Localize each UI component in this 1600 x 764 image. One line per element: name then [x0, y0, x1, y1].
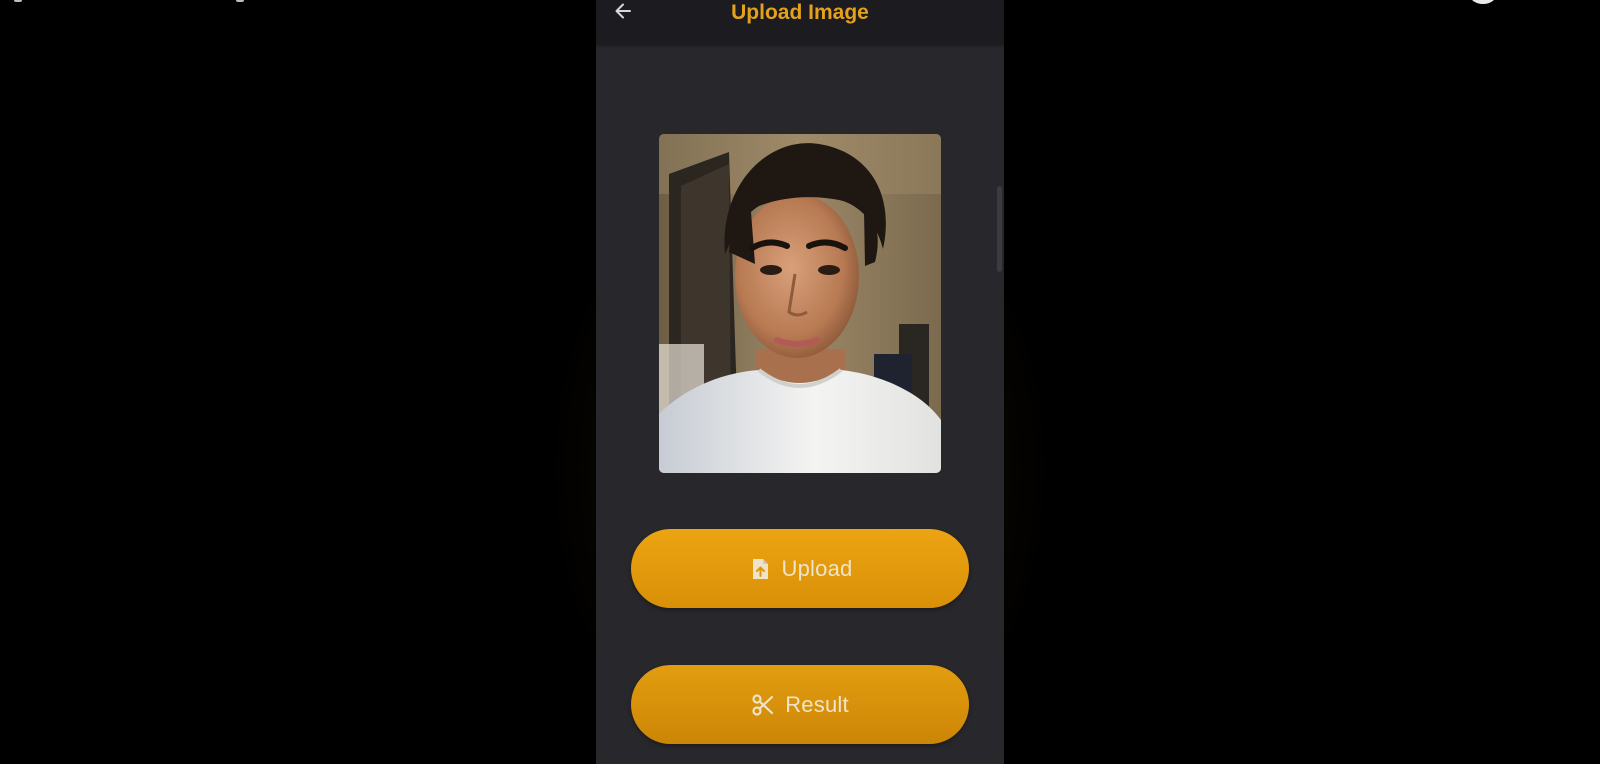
image-preview [659, 134, 941, 473]
file-upload-icon [748, 557, 772, 581]
phone-screen: Upload Image Upload Result [596, 0, 1004, 764]
app-bar: Upload Image [596, 0, 1004, 44]
portrait-photo [659, 134, 941, 473]
upload-button-label: Upload [781, 555, 853, 581]
scissors-icon [751, 693, 775, 717]
result-button-label: Result [785, 691, 849, 717]
upload-button[interactable]: Upload [631, 529, 969, 608]
result-button[interactable]: Result [631, 665, 969, 744]
scrollbar-thumb[interactable] [997, 186, 1002, 272]
page-title: Upload Image [731, 1, 869, 24]
